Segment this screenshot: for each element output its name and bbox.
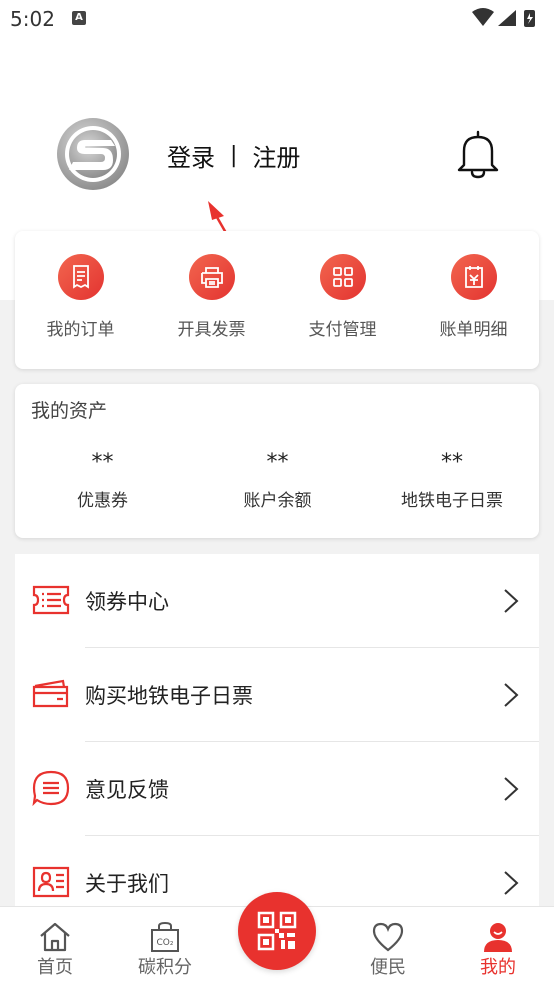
printer-icon (188, 254, 235, 300)
menu-label: 领券中心 (85, 590, 169, 614)
nav-carbon-points[interactable]: CO₂ 碳积分 (125, 921, 205, 979)
asset-label: 账户余额 (243, 491, 312, 511)
menu-list: 领券中心 购买地铁电子日票 意见反馈 关于我们 (15, 554, 539, 906)
login-link[interactable]: 登录 (167, 138, 215, 173)
menu-label: 购买地铁电子日票 (85, 684, 253, 708)
menu-label: 意见反馈 (85, 778, 169, 802)
asset-coupons[interactable]: ** 优惠券 (15, 450, 190, 511)
quick-label: 我的订单 (46, 320, 115, 340)
assets-row: ** 优惠券 ** 账户余额 ** 地铁电子日票 (15, 450, 539, 511)
notification-icon: A (72, 11, 86, 25)
asset-balance[interactable]: ** 账户余额 (190, 450, 365, 511)
assets-card: 我的资产 ** 优惠券 ** 账户余额 ** 地铁电子日票 (15, 384, 539, 538)
status-time: 5:02 (10, 7, 55, 31)
menu-item-coupon-center[interactable]: 领券中心 (15, 554, 539, 648)
quick-payment-management[interactable]: 支付管理 (277, 231, 408, 369)
grid-icon (319, 254, 366, 300)
register-link[interactable]: 注册 (252, 138, 300, 173)
chevron-right-icon (504, 683, 519, 707)
chevron-right-icon (504, 589, 519, 613)
quick-label: 支付管理 (308, 320, 377, 340)
nav-service[interactable]: 便民 (348, 921, 428, 979)
home-icon (40, 922, 70, 952)
quick-my-orders[interactable]: 我的订单 (15, 231, 146, 369)
feedback-icon (32, 770, 70, 806)
status-icons (472, 8, 535, 27)
receipt-icon (57, 254, 104, 300)
nav-mine[interactable]: 我的 (458, 921, 538, 979)
chevron-right-icon (504, 871, 519, 895)
bell-icon[interactable] (455, 129, 501, 179)
login-register: 登录 | 注册 (167, 138, 300, 173)
asset-metro-day-ticket[interactable]: ** 地铁电子日票 (365, 450, 539, 511)
qr-code-icon (257, 911, 297, 951)
assets-title: 我的资产 (31, 400, 108, 422)
carbon-icon-text: CO₂ (157, 938, 174, 948)
card-icon (32, 679, 69, 708)
asset-value: ** (266, 450, 289, 475)
nav-label: 我的 (480, 957, 516, 978)
quick-invoice[interactable]: 开具发票 (146, 231, 277, 369)
status-bar: 5:02 A (0, 0, 554, 38)
quick-bill-details[interactable]: 账单明细 (408, 231, 539, 369)
menu-item-buy-day-ticket[interactable]: 购买地铁电子日票 (15, 648, 539, 742)
menu-item-feedback[interactable]: 意见反馈 (15, 742, 539, 836)
id-card-icon (32, 866, 70, 898)
heart-icon (372, 922, 404, 952)
signal-icon (498, 10, 516, 26)
user-icon (484, 923, 512, 952)
asset-label: 地铁电子日票 (401, 491, 503, 511)
chevron-right-icon (504, 777, 519, 801)
coupon-icon (32, 585, 70, 615)
asset-label: 优惠券 (77, 491, 128, 511)
nav-home[interactable]: 首页 (15, 921, 95, 979)
bill-icon (450, 254, 497, 300)
quick-label: 开具发票 (177, 320, 246, 340)
wifi-icon (472, 8, 494, 26)
qr-code-button[interactable] (238, 892, 316, 970)
carbon-bag-icon: CO₂ (151, 921, 179, 952)
quick-actions-card: 我的订单 开具发票 支付管理 账单明细 (15, 231, 539, 369)
nav-label: 首页 (37, 957, 73, 978)
brand-logo (57, 118, 129, 190)
login-separator: | (230, 143, 238, 168)
asset-value: ** (91, 450, 114, 475)
nav-label: 碳积分 (138, 957, 192, 978)
asset-value: ** (441, 450, 463, 475)
nav-label: 便民 (370, 957, 406, 978)
quick-label: 账单明细 (439, 320, 508, 340)
menu-label: 关于我们 (85, 872, 169, 896)
